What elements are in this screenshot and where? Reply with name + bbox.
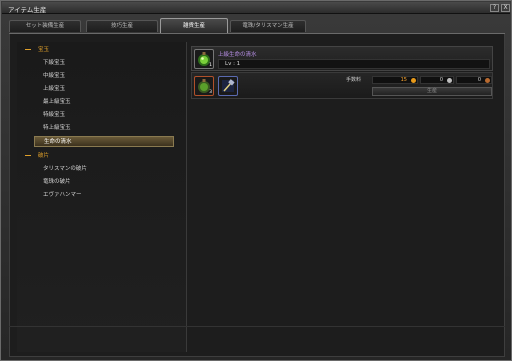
recipe-level: Lv : 1: [225, 61, 241, 67]
tab-bar: セット装備生産 技巧生産 雑貨生産 竜珠/タリスマン生産: [9, 18, 505, 33]
title-bar[interactable]: アイテム生産 ? X: [2, 2, 510, 14]
silver-amount: 0: [420, 76, 454, 84]
tree-item[interactable]: 下級宝玉: [34, 58, 174, 68]
produce-button[interactable]: 生産: [372, 87, 492, 96]
tab-dragon-talisman[interactable]: 竜珠/タリスマン生産: [230, 20, 306, 32]
category-fragments[interactable]: 破片: [25, 151, 49, 161]
material-slot[interactable]: 3: [194, 76, 214, 96]
category-tree: 宝玉 下級宝玉 中級宝玉 上級宝玉 最上級宝玉 特級宝玉 特上級宝玉 生命の清水…: [17, 42, 187, 352]
bottom-divider: [9, 326, 505, 327]
tree-item[interactable]: 特上級宝玉: [34, 123, 174, 133]
tab-misc[interactable]: 雑貨生産: [160, 18, 228, 33]
hammer-icon: [222, 79, 235, 92]
result-item-slot[interactable]: 1: [194, 49, 214, 69]
copper-amount: 0: [456, 76, 492, 84]
tool-slot[interactable]: [218, 76, 238, 96]
tree-item-selected[interactable]: 生命の清水: [34, 136, 174, 147]
gold-coin-icon: [411, 78, 416, 83]
materials-row: 3 手数料 15 0 0 生産: [191, 72, 493, 99]
category-gems[interactable]: 宝玉: [25, 45, 49, 55]
help-button[interactable]: ?: [490, 4, 499, 12]
copper-coin-icon: [485, 78, 490, 83]
material-count: 3: [209, 90, 212, 95]
recipe-name: 上級生命の清水: [218, 52, 257, 58]
item-production-window: アイテム生産 ? X セット装備生産 技巧生産 雑貨生産 竜珠/タリスマン生産 …: [0, 0, 512, 361]
collapse-icon: [25, 155, 31, 156]
result-count: 1: [209, 63, 212, 68]
close-button[interactable]: X: [501, 4, 510, 12]
fee-label: 手数料: [346, 77, 362, 83]
tree-item[interactable]: 竜珠の破片: [34, 177, 174, 187]
tree-item[interactable]: エヴァハンマー: [34, 190, 174, 200]
gold-amount: 15: [372, 76, 418, 84]
tree-item[interactable]: 特級宝玉: [34, 110, 174, 120]
collapse-icon: [25, 49, 31, 50]
level-box: Lv : 1: [218, 59, 490, 69]
tab-set-equipment[interactable]: セット装備生産: [9, 20, 81, 32]
tree-item[interactable]: 中級宝玉: [34, 71, 174, 81]
tree-item[interactable]: 最上級宝玉: [34, 97, 174, 107]
tree-item[interactable]: 上級宝玉: [34, 84, 174, 94]
silver-coin-icon: [447, 78, 452, 83]
tree-item[interactable]: タリスマンの破片: [34, 164, 174, 174]
tab-craft[interactable]: 技巧生産: [86, 20, 158, 32]
window-title: アイテム生産: [8, 6, 47, 14]
recipe-card[interactable]: 1 上級生命の清水 Lv : 1: [191, 46, 493, 71]
content-panel: 宝玉 下級宝玉 中級宝玉 上級宝玉 最上級宝玉 特級宝玉 特上級宝玉 生命の清水…: [9, 34, 505, 357]
recipe-pane: 1 上級生命の清水 Lv : 1 3 手数料 15 0 0 生産: [187, 42, 502, 352]
